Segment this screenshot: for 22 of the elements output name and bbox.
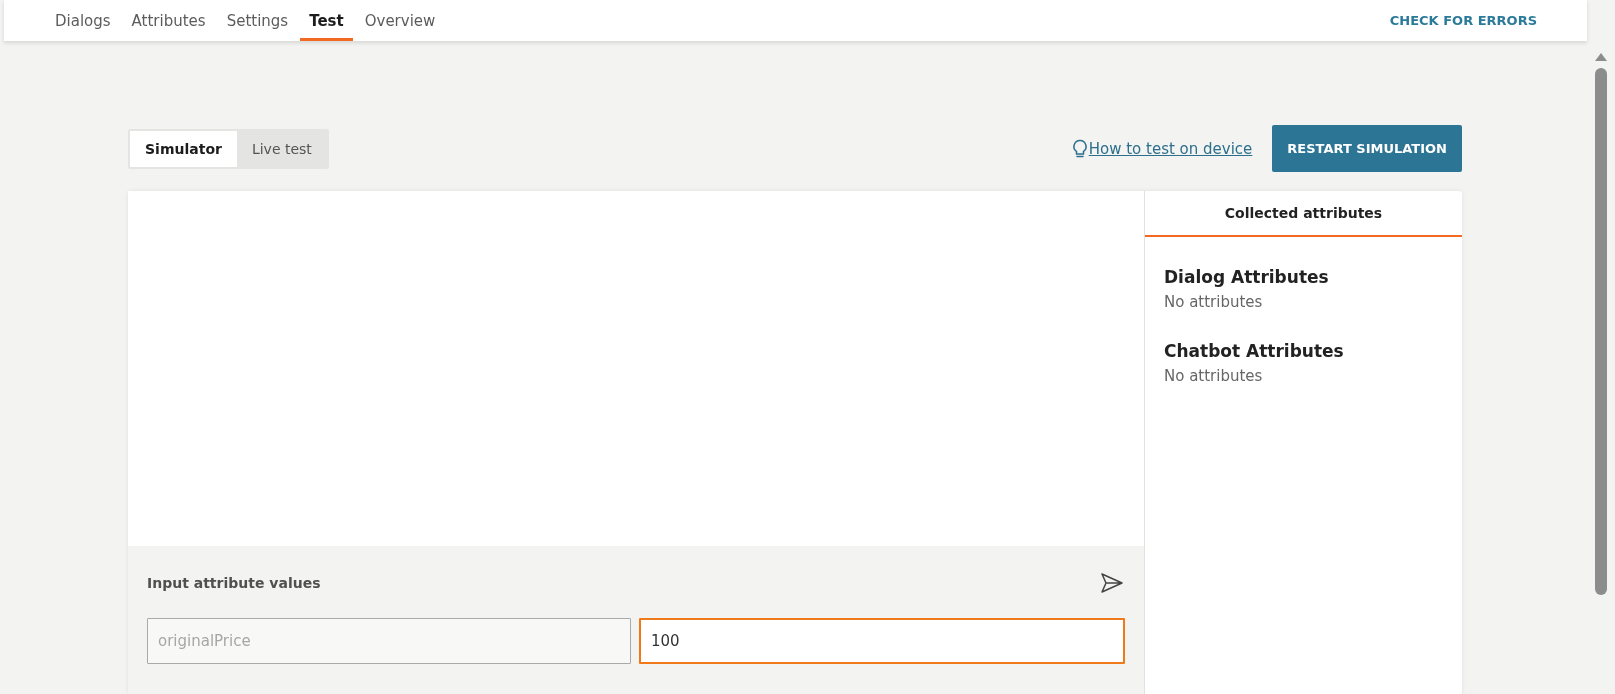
check-errors-button[interactable]: CHECK FOR ERRORS xyxy=(1383,0,1543,41)
section-text: No attributes xyxy=(1164,367,1264,385)
mode-tab[interactable]: Simulator xyxy=(130,130,237,167)
input-field[interactable]: 100 xyxy=(639,618,1125,664)
nav-tab[interactable]: Overview xyxy=(355,0,445,41)
scrollbar-thumb[interactable] xyxy=(1595,68,1607,595)
mode-tab[interactable]: Live test xyxy=(236,130,327,167)
section-title: Chatbot Attributes xyxy=(1164,341,1345,361)
nav-tab[interactable]: Test xyxy=(300,0,353,41)
nav-tab[interactable]: Attributes xyxy=(122,0,215,41)
lightbulb-icon xyxy=(1070,138,1089,159)
collected-attributes-tab[interactable]: Collected attributes xyxy=(1145,191,1462,237)
help-link[interactable]: How to test on device xyxy=(1088,139,1253,158)
section-text: No attributes xyxy=(1164,293,1264,311)
restart-simulation-button[interactable]: RESTART SIMULATION xyxy=(1272,125,1462,172)
scroll-up-arrow-icon[interactable] xyxy=(1594,52,1608,62)
send-button[interactable] xyxy=(1099,570,1125,596)
section-title: Dialog Attributes xyxy=(1164,267,1330,287)
nav-tab[interactable]: Dialogs xyxy=(46,0,120,41)
nav-tab[interactable]: Settings xyxy=(217,0,298,41)
panel-title: Input attribute values xyxy=(147,575,321,591)
input-field[interactable]: originalPrice xyxy=(147,618,631,664)
